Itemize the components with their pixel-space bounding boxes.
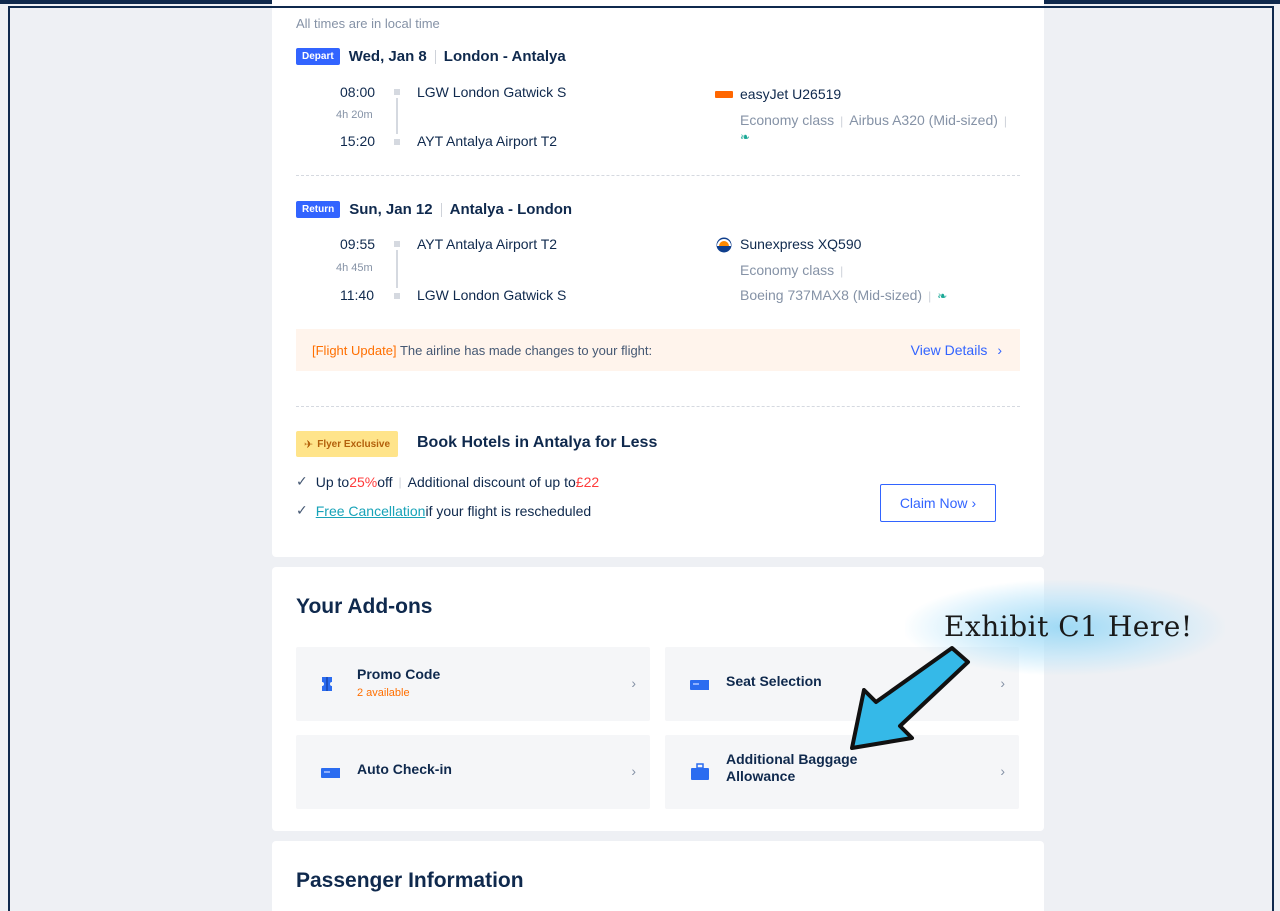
eco-leaf-icon: ❧ — [740, 130, 751, 144]
checkin-icon — [321, 768, 340, 778]
depart-aircraft: Airbus A320 (Mid-sized) — [849, 112, 998, 128]
return-aircraft: Boeing 737MAX8 (Mid-sized) — [740, 287, 923, 303]
checkmark-icon: ✓ — [296, 473, 308, 489]
depart-tag: Depart — [296, 48, 340, 65]
depart-airline: easyJet U26519 — [740, 86, 842, 102]
ticket-icon — [322, 677, 332, 691]
plane-icon: ✈ — [304, 438, 314, 451]
addon-label: Auto Check-in — [357, 761, 452, 777]
flyer-title: Book Hotels in Antalya for Less — [417, 434, 658, 451]
return-dep-time: 09:55 — [340, 236, 376, 252]
addon-label: Seat Selection — [726, 673, 822, 689]
checkmark-icon: ✓ — [296, 502, 308, 518]
return-arr-airport: LGW London Gatwick S — [417, 287, 567, 303]
return-dep-airport: AYT Antalya Airport T2 — [417, 236, 558, 252]
promo-available-count: 2 available — [357, 687, 410, 699]
flyer-exclusive-badge: ✈ Flyer Exclusive — [296, 431, 399, 457]
addons-title: Your Add-ons — [296, 595, 433, 618]
return-duration: 4h 45m — [336, 262, 373, 274]
depart-date: Wed, Jan 8 — [348, 48, 427, 65]
return-airline: Sunexpress XQ590 — [740, 236, 862, 252]
depart-cabin: Economy class — [740, 112, 835, 128]
addon-promo-code[interactable]: Promo Code 2 available › — [296, 647, 650, 721]
chevron-right-icon: › — [997, 342, 1002, 358]
chevron-right-icon: › — [1000, 675, 1005, 691]
addon-label: Promo Code — [357, 666, 441, 682]
eco-leaf-icon: ❧ — [937, 289, 948, 303]
addon-auto-checkin[interactable]: Auto Check-in › — [296, 735, 650, 809]
chevron-right-icon: › — [1000, 763, 1005, 779]
depart-route: London - Antalya — [443, 48, 566, 65]
return-route: Antalya - London — [449, 201, 573, 218]
depart-arr-time: 15:20 — [340, 133, 376, 149]
flight-update-message: The airline has made changes to your fli… — [399, 342, 653, 358]
annotation-label: Exhibit C1 Here! — [944, 610, 1193, 643]
perk-discount: ✓ Up to 25% off | Additional discount of… — [296, 473, 600, 490]
chevron-right-icon: › — [631, 763, 636, 779]
view-details-link[interactable]: View Details › — [911, 342, 1002, 358]
depart-dep-time: 08:00 — [340, 84, 376, 100]
perk-cancellation: ✓ Free Cancellation if your flight is re… — [296, 502, 592, 519]
chevron-right-icon: › — [971, 495, 977, 511]
free-cancellation-link[interactable]: Free Cancellation — [316, 503, 426, 519]
claim-now-button[interactable]: Claim Now › — [880, 484, 996, 522]
flight-update-tag: [Flight Update] — [312, 342, 397, 358]
depart-dep-airport: LGW London Gatwick S — [417, 84, 567, 100]
depart-header: Depart Wed, Jan 8 London - Antalya — [296, 48, 566, 65]
seat-icon — [690, 680, 709, 690]
depart-timeline: 08:00 4h 20m 15:20 LGW London Gatwick S … — [296, 84, 696, 154]
chevron-right-icon: › — [631, 675, 636, 691]
easyjet-logo-icon — [715, 91, 733, 98]
return-header: Return Sun, Jan 12 Antalya - London — [296, 201, 572, 218]
local-time-note: All times are in local time — [296, 16, 440, 31]
passenger-title: Passenger Information — [296, 869, 524, 892]
flight-update-banner: [Flight Update] The airline has made cha… — [296, 329, 1020, 371]
annotation-arrow-icon — [850, 646, 970, 750]
return-date: Sun, Jan 12 — [349, 201, 433, 218]
return-arr-time: 11:40 — [340, 287, 374, 303]
trip-details-card: All times are in local time Depart Wed, … — [272, 0, 1044, 557]
return-cabin: Economy class — [740, 262, 835, 278]
return-tag: Return — [296, 201, 341, 218]
depart-duration: 4h 20m — [336, 109, 373, 121]
sunexpress-logo-icon — [716, 237, 732, 253]
luggage-icon — [691, 763, 709, 780]
return-timeline: 09:55 4h 45m 11:40 AYT Antalya Airport T… — [296, 236, 696, 306]
passenger-card: Passenger Information — [272, 841, 1044, 911]
depart-arr-airport: AYT Antalya Airport T2 — [417, 133, 558, 149]
